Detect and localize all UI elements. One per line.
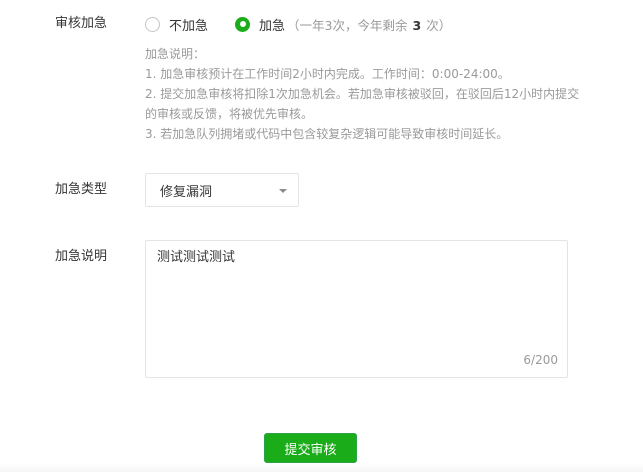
description-line-3: 3. 若加急队列拥堵或代码中包含较复杂逻辑可能导致审核时间延长。 (145, 127, 509, 141)
quota-suffix: 次） (426, 17, 452, 33)
urgent-label: 审核加急 (55, 16, 108, 31)
urgent-type-value: 修复漏洞 (160, 184, 213, 200)
radio-not-urgent[interactable]: 不加急 (145, 15, 208, 34)
description-line-1: 1. 加急审核预计在工作时间2小时内完成。工作时间：0:00-24:00。 (145, 67, 510, 81)
urgent-note-box: 测试测试测试 6/200 (145, 240, 568, 378)
footer-band (0, 464, 643, 472)
urgent-review-form: 审核加急 不加急 加急 （一年3次，今年剩余 3 次） 加急说明： 1. 加急审核预… (0, 0, 643, 472)
urgent-quota: （一年3次，今年剩余 3 次） (287, 15, 451, 34)
radio-not-urgent-circle[interactable] (145, 16, 160, 32)
urgent-description: 加急说明： 1. 加急审核预计在工作时间2小时内完成。工作时间：0:00-24:… (145, 44, 585, 144)
urgent-type-label: 加急类型 (55, 182, 108, 197)
radio-not-urgent-label: 不加急 (169, 18, 209, 34)
urgent-note-label: 加急说明 (55, 249, 108, 264)
radio-urgent-circle[interactable] (235, 16, 251, 32)
description-line-2: 2. 提交加急审核将扣除1次加急机会。若加急审核被驳回，在驳回后12小时内提交的… (145, 87, 580, 121)
urgent-radio-group: 不加急 加急 （一年3次，今年剩余 3 次） (145, 14, 451, 34)
char-counter: 6/200 (523, 353, 558, 367)
submit-review-button[interactable]: 提交审核 (264, 433, 357, 463)
caret-down-icon (279, 189, 287, 193)
urgent-note-textarea[interactable]: 测试测试测试 (146, 241, 567, 377)
quota-prefix: （一年3次，今年剩余 (287, 17, 408, 33)
description-title: 加急说明： (145, 47, 206, 61)
radio-urgent-label: 加急 (259, 18, 286, 34)
quota-remaining: 3 (412, 17, 422, 33)
urgent-type-select[interactable]: 修复漏洞 (145, 173, 299, 207)
radio-urgent[interactable]: 加急 (235, 15, 285, 34)
